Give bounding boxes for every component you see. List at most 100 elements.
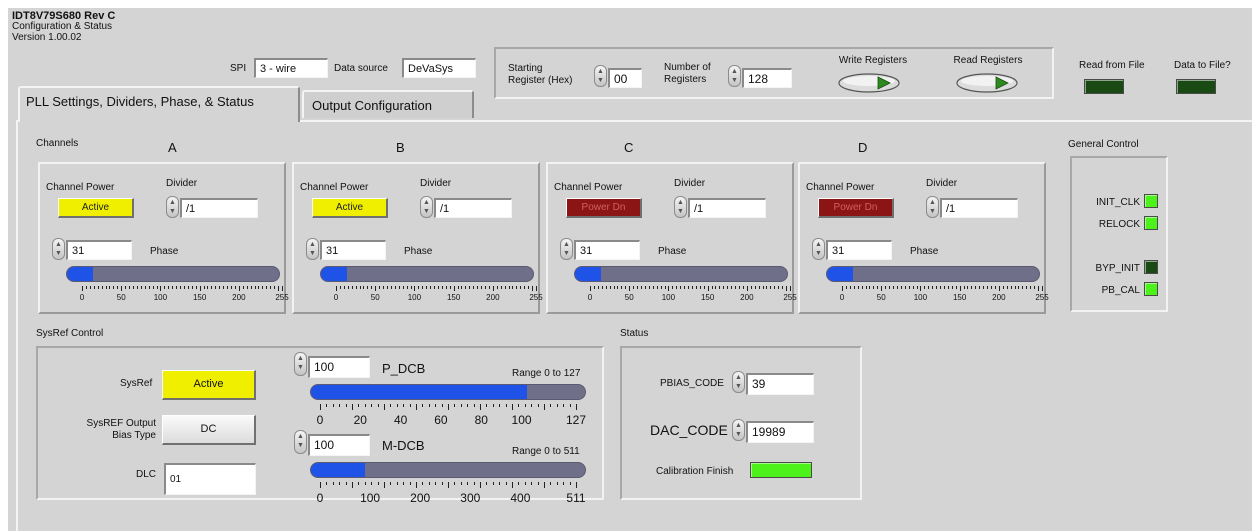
data-to-file-label: Data to File? xyxy=(1174,60,1231,71)
divider-field[interactable]: /1 xyxy=(180,198,258,218)
scale-tick xyxy=(383,286,385,289)
channel-power-button[interactable]: Active xyxy=(58,198,134,218)
scale-tick xyxy=(453,286,455,291)
scale-tick xyxy=(936,286,938,289)
scale-tick xyxy=(367,286,369,289)
scale-tick xyxy=(711,286,713,289)
scale-tick xyxy=(680,286,682,289)
scale-tick xyxy=(144,286,146,289)
m-dcb-slider[interactable] xyxy=(310,462,586,478)
scale-tick xyxy=(402,286,404,289)
phase-spinner[interactable]: ▲ ▼ xyxy=(560,238,573,260)
scale-tick xyxy=(345,404,347,407)
scale-tick xyxy=(449,286,451,289)
scale-tick xyxy=(403,404,405,407)
channel-power-button[interactable]: Power Dn xyxy=(818,198,894,218)
phase-spinner[interactable]: ▲ ▼ xyxy=(812,238,825,260)
scale-tick xyxy=(873,286,875,289)
scale-tick xyxy=(336,286,337,291)
divider-label: Divider xyxy=(674,178,706,189)
scale-tick xyxy=(403,482,405,485)
data-to-file-button[interactable] xyxy=(1176,79,1216,94)
start-register-spinner[interactable]: ▲ ▼ xyxy=(594,65,607,87)
scale-tick xyxy=(347,286,349,289)
phase-field[interactable]: 31 xyxy=(826,240,892,260)
phase-slider[interactable] xyxy=(574,266,788,282)
divider-spinner[interactable]: ▲ ▼ xyxy=(674,196,687,218)
dac-code-field[interactable]: 19989 xyxy=(746,421,814,443)
scale-tick xyxy=(991,286,993,289)
scale-tick xyxy=(274,286,276,289)
led-label: INIT_CLK xyxy=(1096,197,1140,208)
p-dcb-scale: 0 20 40 60 80 100 127 xyxy=(317,404,586,430)
status-label: Status xyxy=(620,328,649,339)
divider-field[interactable]: /1 xyxy=(434,198,512,218)
m-dcb-scale: 0 100 200 300 400 511 xyxy=(317,482,586,508)
divider-spinner[interactable]: ▲ ▼ xyxy=(166,196,179,218)
scale-tick xyxy=(531,482,533,485)
start-register-field[interactable]: 00 xyxy=(608,68,642,88)
m-dcb-spinner[interactable]: ▲ ▼ xyxy=(294,430,307,454)
scale-tick xyxy=(885,286,887,289)
m-dcb-field[interactable]: 100 xyxy=(308,434,370,456)
data-source-field[interactable]: DeVaSys xyxy=(402,58,476,78)
divider-field[interactable]: /1 xyxy=(940,198,1018,218)
phase-slider[interactable] xyxy=(320,266,534,282)
p-dcb-spinner[interactable]: ▲ ▼ xyxy=(294,352,307,376)
p-dcb-slider[interactable] xyxy=(310,384,586,400)
channel-power-label: Channel Power xyxy=(300,182,369,193)
channel-power-button[interactable]: Power Dn xyxy=(566,198,642,218)
pbias-spinner[interactable]: ▲ ▼ xyxy=(732,371,745,393)
tab-output-configuration[interactable]: Output Configuration xyxy=(302,90,474,118)
pbias-field[interactable]: 39 xyxy=(746,373,814,395)
scale-tick xyxy=(377,482,379,485)
scale-tick xyxy=(422,404,424,407)
read-from-file-button[interactable] xyxy=(1084,79,1124,94)
scale-tick xyxy=(664,286,666,289)
scale-tick xyxy=(719,286,721,289)
scale-tick xyxy=(644,286,646,289)
scale-tick xyxy=(359,286,361,289)
scale-tick xyxy=(520,286,522,289)
phase-field[interactable]: 31 xyxy=(320,240,386,260)
phase-slider-fill xyxy=(827,267,853,281)
phase-slider[interactable] xyxy=(826,266,1040,282)
phase-scale: 0 50 100 150 200 255 xyxy=(588,286,797,308)
scale-tick xyxy=(132,286,134,289)
write-registers-button[interactable] xyxy=(838,73,900,93)
spi-field[interactable]: 3 - wire xyxy=(254,58,328,78)
bias-type-button[interactable]: DC xyxy=(162,415,256,445)
tab-pll-settings[interactable]: PLL Settings, Dividers, Phase, & Status xyxy=(18,86,300,122)
scale-tick xyxy=(524,404,526,407)
p-dcb-field[interactable]: 100 xyxy=(308,356,370,378)
phase-spinner[interactable]: ▲ ▼ xyxy=(306,238,319,260)
number-registers-spinner[interactable]: ▲ ▼ xyxy=(728,65,741,87)
scale-tick xyxy=(473,286,475,289)
divider-field[interactable]: /1 xyxy=(688,198,766,218)
scale-tick xyxy=(445,286,447,289)
sysref-toggle[interactable]: Active xyxy=(162,370,256,400)
dlc-field[interactable]: 01 xyxy=(164,463,256,495)
divider-spinner[interactable]: ▲ ▼ xyxy=(420,196,433,218)
scale-tick xyxy=(492,286,494,291)
scale-tick xyxy=(460,482,462,485)
scale-tick xyxy=(371,286,373,289)
phase-slider[interactable] xyxy=(66,266,280,282)
phase-field[interactable]: 31 xyxy=(574,240,640,260)
tab-output-configuration-label: Output Configuration xyxy=(312,98,432,113)
scale-tick xyxy=(343,286,345,289)
dac-code-spinner[interactable]: ▲ ▼ xyxy=(732,419,745,441)
phase-spinner[interactable]: ▲ ▼ xyxy=(52,238,65,260)
scale-label: 255 xyxy=(783,293,797,302)
divider-spinner[interactable]: ▲ ▼ xyxy=(926,196,939,218)
channel-power-button[interactable]: Active xyxy=(312,198,388,218)
scale-label: 20 xyxy=(353,413,367,427)
number-registers-field[interactable]: 128 xyxy=(742,68,792,88)
scale-tick xyxy=(180,286,182,289)
phase-field[interactable]: 31 xyxy=(66,240,132,260)
read-registers-button[interactable] xyxy=(956,73,1018,93)
scale-tick xyxy=(955,286,957,289)
scale-tick xyxy=(82,286,83,291)
general-control-label: General Control xyxy=(1068,139,1139,150)
scale-label: 150 xyxy=(446,293,461,302)
